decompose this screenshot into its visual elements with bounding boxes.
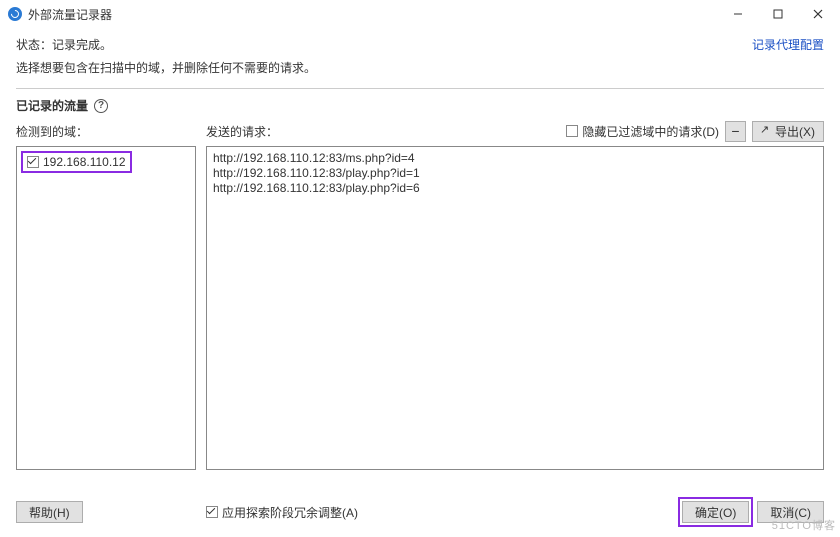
- status-line: 状态：记录完成。: [16, 36, 824, 53]
- instruction-text: 选择想要包含在扫描中的域，并删除任何不需要的请求。: [16, 59, 824, 76]
- hide-filtered-label: 隐藏已过滤域中的请求(D): [582, 123, 719, 140]
- domain-item-highlight: 192.168.110.12: [21, 151, 132, 173]
- close-button[interactable]: [798, 0, 838, 28]
- request-item[interactable]: http://192.168.110.12:83/ms.php?id=4: [211, 151, 819, 166]
- domains-listbox[interactable]: 192.168.110.12: [16, 146, 196, 470]
- status-prefix: 状态：: [16, 38, 52, 52]
- requests-listbox[interactable]: http://192.168.110.12:83/ms.php?id=4 htt…: [206, 146, 824, 470]
- domains-column: 检测到的域： 192.168.110.12: [16, 120, 196, 470]
- requests-label: 发送的请求：: [206, 123, 278, 140]
- redundancy-label: 应用探索阶段冗余调整(A): [222, 504, 358, 521]
- domains-label-row: 检测到的域：: [16, 120, 196, 142]
- info-area: 状态：记录完成。 选择想要包含在扫描中的域，并删除任何不需要的请求。 记录代理配…: [0, 28, 840, 88]
- status-value: 记录完成。: [52, 38, 112, 52]
- remove-request-button[interactable]: [725, 121, 746, 142]
- help-button[interactable]: 帮助(H): [16, 501, 83, 523]
- section-header: 已记录的流量 ?: [16, 88, 824, 120]
- request-item[interactable]: http://192.168.110.12:83/play.php?id=6: [211, 181, 819, 196]
- body-grid: 检测到的域： 192.168.110.12 发送的请求： 隐藏已过滤域中的请求(…: [0, 120, 840, 470]
- help-icon[interactable]: ?: [94, 99, 108, 113]
- requests-header-controls: 隐藏已过滤域中的请求(D) 导出(X): [566, 121, 824, 142]
- maximize-button[interactable]: [758, 0, 798, 28]
- domain-checkbox[interactable]: [27, 156, 39, 168]
- cancel-button[interactable]: 取消(C): [757, 501, 824, 523]
- titlebar: 外部流量记录器: [0, 0, 840, 28]
- export-icon: [761, 126, 771, 136]
- requests-column: 发送的请求： 隐藏已过滤域中的请求(D) 导出(X) http://192.16…: [206, 120, 824, 470]
- request-item[interactable]: http://192.168.110.12:83/play.php?id=1: [211, 166, 819, 181]
- export-button[interactable]: 导出(X): [752, 121, 824, 142]
- export-label: 导出(X): [775, 123, 815, 140]
- proxy-config-link[interactable]: 记录代理配置: [752, 36, 824, 53]
- window-controls: [718, 0, 838, 28]
- section-title: 已记录的流量: [16, 97, 88, 114]
- hide-filtered-checkbox[interactable]: [566, 125, 578, 137]
- footer: 帮助(H) 应用探索阶段冗余调整(A) 确定(O) 取消(C): [0, 493, 840, 537]
- app-icon: [8, 7, 22, 21]
- ok-button[interactable]: 确定(O): [682, 501, 749, 523]
- domains-label: 检测到的域：: [16, 123, 88, 140]
- minimize-button[interactable]: [718, 0, 758, 28]
- redundancy-checkbox[interactable]: [206, 506, 218, 518]
- hide-filtered-wrap[interactable]: 隐藏已过滤域中的请求(D): [566, 123, 719, 140]
- window-title: 外部流量记录器: [28, 6, 718, 23]
- requests-header-row: 发送的请求： 隐藏已过滤域中的请求(D) 导出(X): [206, 120, 824, 142]
- domain-host[interactable]: 192.168.110.12: [43, 155, 126, 169]
